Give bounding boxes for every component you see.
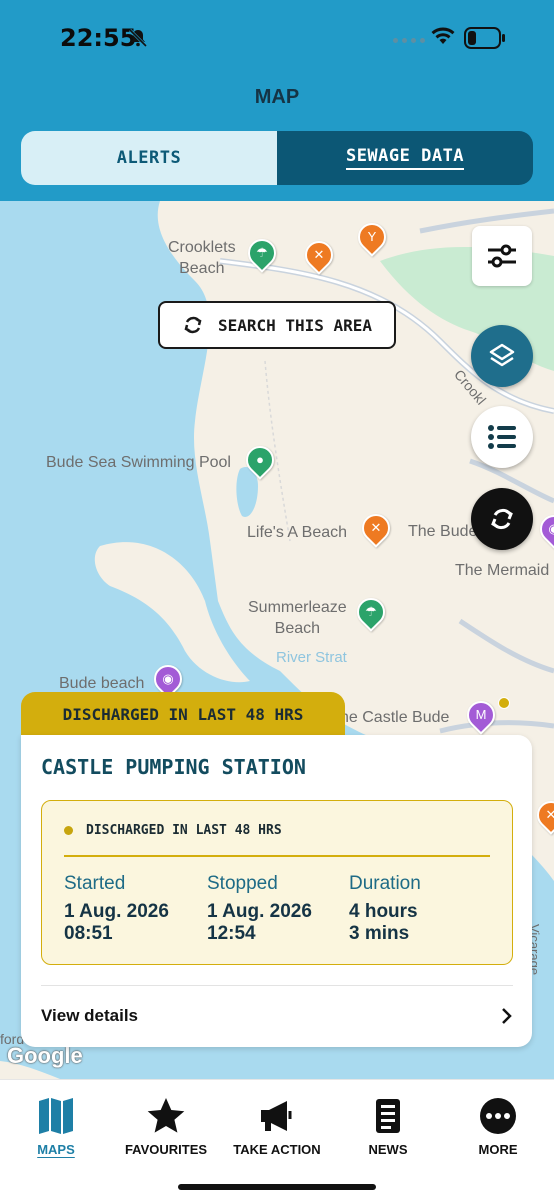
refresh-map-button[interactable] (471, 488, 533, 550)
fork-knife-icon: ✕ (313, 247, 325, 262)
nav-favourites[interactable]: FAVOURITES (111, 1094, 221, 1157)
beach-umbrella-icon: ☂ (365, 604, 377, 619)
layers-icon (489, 343, 515, 367)
more-icon (480, 1098, 516, 1134)
view-details-label: View details (41, 1006, 139, 1025)
battery-icon (464, 27, 506, 54)
map-label-castle-bude: he Castle Bude (340, 709, 450, 726)
station-name: CASTLE PUMPING STATION (41, 755, 306, 779)
list-icon (488, 425, 516, 449)
wifi-icon (430, 26, 456, 51)
stopped-column: Stopped 1 Aug. 2026 12:54 (207, 873, 312, 945)
tab-sewage-data[interactable]: SEWAGE DATA (277, 131, 533, 185)
search-this-area-label: SEARCH THIS AREA (217, 315, 373, 335)
started-label: Started (64, 873, 126, 894)
search-this-area-button[interactable]: SEARCH THIS AREA (158, 301, 396, 349)
stopped-label: Stopped (207, 873, 278, 894)
status-dot (64, 826, 73, 835)
cocktail-icon: Y (367, 229, 377, 244)
discharge-info-box: DISCHARGED IN LAST 48 HRS Started 1 Aug.… (41, 800, 513, 965)
nav-take-action[interactable]: TAKE ACTION (222, 1094, 332, 1157)
nav-news-label: NEWS (368, 1142, 408, 1157)
discharge-status-tag: DISCHARGED IN LAST 48 HRS (21, 692, 345, 736)
view-details-link[interactable]: View details (41, 1001, 513, 1031)
started-value: 1 Aug. 2026 08:51 (64, 901, 169, 945)
station-detail-card[interactable]: CASTLE PUMPING STATION DISCHARGED IN LAS… (21, 735, 532, 1047)
map-label-summerleaze: Summerleaze Beach (248, 599, 347, 637)
duration-mins: 3 mins (349, 923, 410, 944)
map-label-swimming-pool: Bude Sea Swimming Pool (46, 454, 231, 471)
nav-more[interactable]: MORE (443, 1094, 553, 1157)
divider (41, 985, 513, 986)
star-icon (147, 1098, 185, 1133)
bottom-navigation: MAPS FAVOURITES TAKE ACTION NEWS MORE (0, 1079, 554, 1200)
camera-icon: ◉ (162, 671, 174, 686)
sliders-icon (488, 244, 516, 268)
tab-sewage-data-label: SEWAGE DATA (345, 146, 465, 170)
fork-knife-icon: ✕ (545, 807, 554, 822)
page-title: MAP (254, 86, 300, 108)
duration-label: Duration (349, 873, 421, 894)
beach-umbrella-icon: ☂ (256, 245, 268, 260)
stopped-date: 1 Aug. 2026 (207, 901, 312, 922)
map-icon (39, 1098, 73, 1134)
mute-bell-icon (128, 28, 148, 53)
filter-button[interactable] (472, 226, 532, 286)
news-icon (376, 1099, 400, 1133)
stopped-value: 1 Aug. 2026 12:54 (207, 901, 312, 945)
chevron-right-icon (502, 1008, 512, 1024)
started-column: Started 1 Aug. 2026 08:51 (64, 873, 169, 945)
refresh-icon (184, 316, 202, 334)
app-header: 22:55 MAP ALERTS SEWAGE DATA (0, 0, 554, 201)
home-indicator (178, 1184, 376, 1190)
megaphone-icon (261, 1101, 292, 1131)
map-label-lifes-a-beach: Life's A Beach (247, 524, 348, 541)
started-time: 08:51 (64, 923, 113, 944)
stopped-time: 12:54 (207, 923, 256, 944)
camera-icon: ◉ (548, 521, 554, 536)
started-date: 1 Aug. 2026 (64, 901, 169, 922)
nav-more-label: MORE (478, 1142, 518, 1157)
layers-button[interactable] (471, 325, 533, 387)
map-label-crooklets: Crooklets Beach (168, 239, 236, 277)
tab-alerts[interactable]: ALERTS (21, 131, 277, 185)
nav-favourites-label: FAVOURITES (124, 1142, 208, 1157)
status-time: 22:55 (60, 24, 137, 52)
duration-column: Duration 4 hours 3 mins (349, 873, 421, 945)
divider (64, 855, 490, 857)
pool-icon: ● (256, 452, 264, 467)
discharge-status-text: DISCHARGED IN LAST 48 HRS (86, 823, 282, 838)
map-label-bude-beach: Bude beach (59, 675, 145, 692)
duration-hours: 4 hours (349, 901, 418, 922)
nav-maps-label: MAPS (37, 1142, 75, 1157)
nav-news[interactable]: NEWS (333, 1094, 443, 1157)
map-label-river-strat: River Strat (276, 649, 347, 666)
list-view-button[interactable] (471, 406, 533, 468)
signal-icon (393, 38, 425, 43)
segmented-control: ALERTS SEWAGE DATA (21, 131, 533, 185)
refresh-icon (491, 508, 513, 530)
fork-knife-icon: ✕ (370, 520, 382, 535)
tab-alerts-label: ALERTS (116, 148, 182, 168)
nav-take-action-label: TAKE ACTION (233, 1142, 321, 1157)
museum-icon: M (475, 707, 487, 722)
map-label-the-bude: The Bude (408, 523, 478, 540)
discharge-marker-dot[interactable] (498, 697, 510, 709)
nav-maps[interactable]: MAPS (1, 1094, 111, 1157)
map-label-mermaid: The Mermaid (455, 562, 550, 579)
duration-value: 4 hours 3 mins (349, 901, 421, 945)
